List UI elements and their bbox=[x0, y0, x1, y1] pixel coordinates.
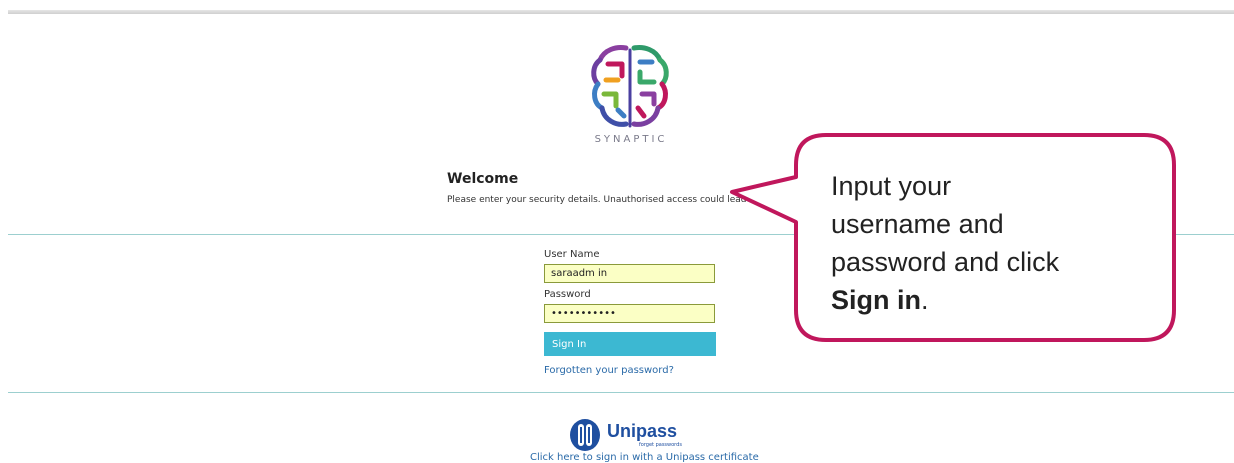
callout-bold-text: Sign in bbox=[831, 285, 921, 315]
unipass-icon bbox=[570, 419, 600, 451]
brand-logo-text: SYNAPTIC bbox=[594, 134, 668, 145]
welcome-title: Welcome bbox=[447, 171, 519, 187]
password-label: Password bbox=[544, 289, 591, 300]
unipass-logo-subtext: forget passwords bbox=[639, 442, 682, 448]
callout-line-3: password and click bbox=[831, 247, 1060, 277]
top-bar bbox=[8, 10, 1234, 14]
callout-text: Input your username and password and cli… bbox=[831, 167, 1151, 319]
forgot-password-link[interactable]: Forgotten your password? bbox=[544, 365, 674, 376]
callout-line-2: username and bbox=[831, 209, 1004, 239]
welcome-description: Please enter your security details. Unau… bbox=[447, 195, 747, 205]
unipass-logo-text: Unipass bbox=[607, 421, 677, 441]
unipass-logo: Unipass forget passwords bbox=[570, 419, 682, 451]
callout-trailing-text: . bbox=[921, 285, 929, 315]
username-input[interactable] bbox=[544, 264, 715, 283]
username-label: User Name bbox=[544, 249, 600, 260]
callout-line-1: Input your bbox=[831, 171, 952, 201]
password-input[interactable] bbox=[544, 304, 715, 323]
bottom-divider bbox=[8, 392, 1234, 393]
sign-in-button[interactable]: Sign In bbox=[544, 332, 716, 356]
callout-line-4: Sign in. bbox=[831, 281, 1151, 319]
unipass-certificate-link[interactable]: Click here to sign in with a Unipass cer… bbox=[530, 452, 759, 463]
